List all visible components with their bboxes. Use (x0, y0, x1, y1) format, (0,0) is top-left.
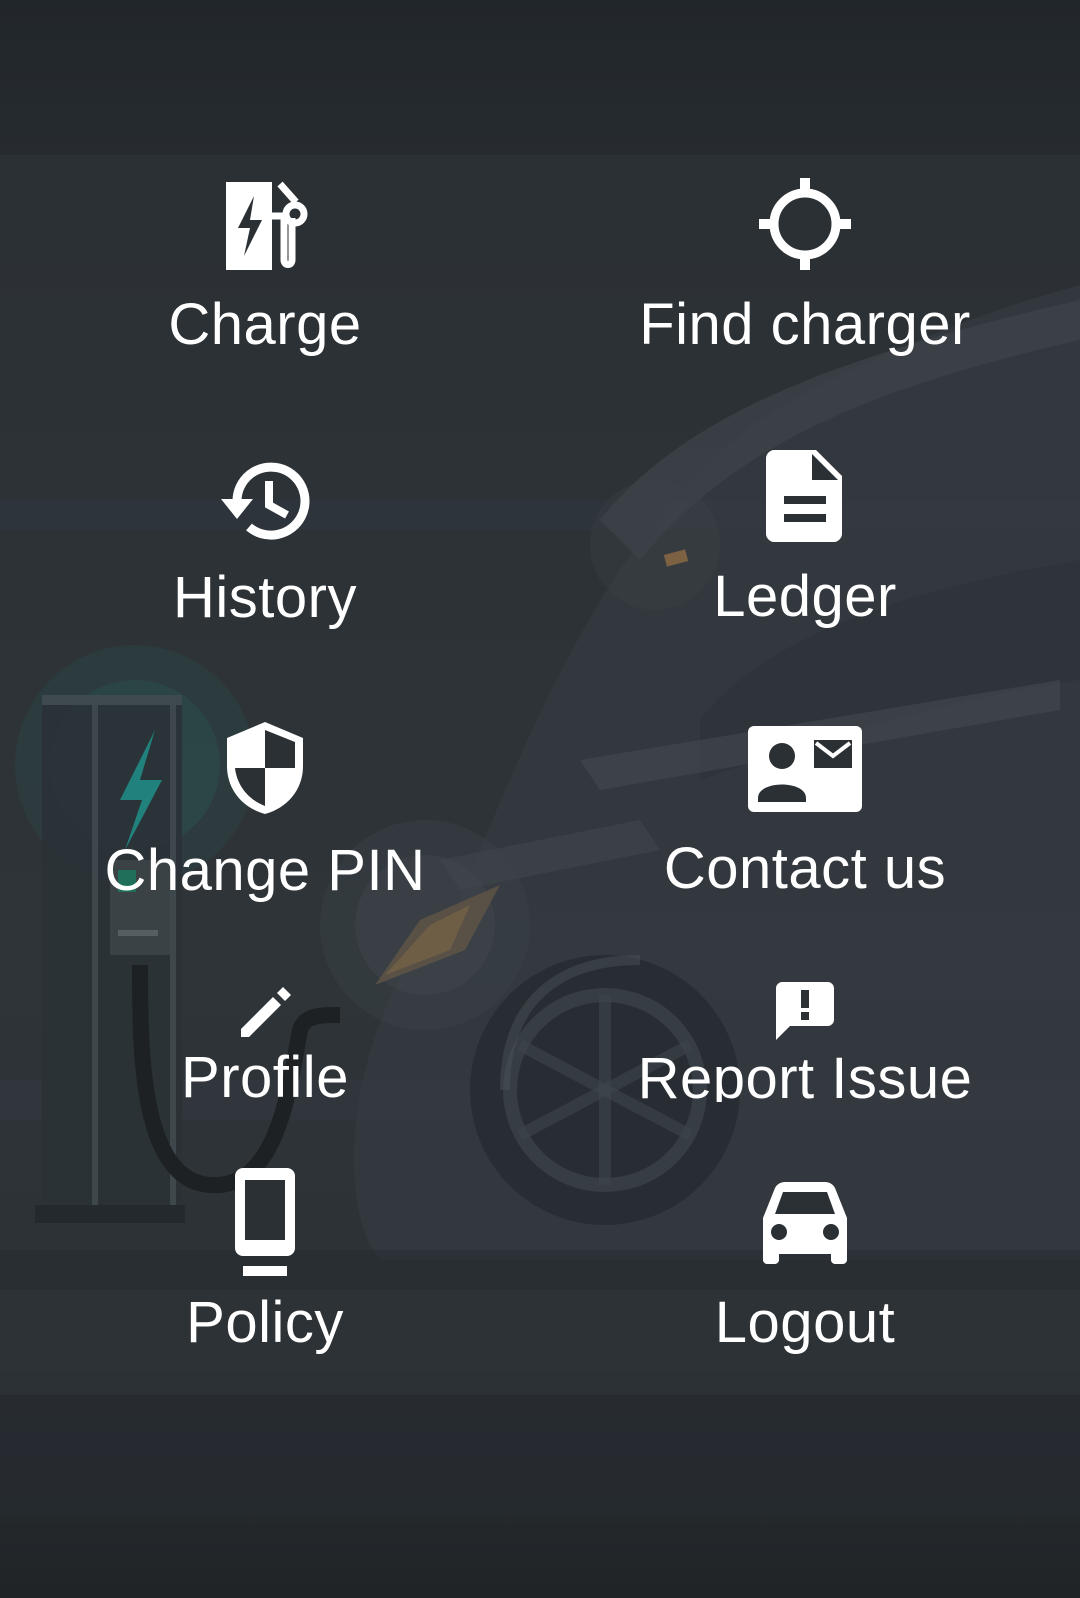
menu-item-label: Report Issue (637, 1046, 973, 1102)
ev-station-icon (220, 178, 310, 270)
menu-item-charge[interactable]: Charge (25, 178, 505, 358)
menu-item-contact-us[interactable]: Contact us (565, 726, 1045, 902)
pencil-icon (237, 985, 293, 1041)
phone-dock-icon (233, 1168, 297, 1276)
menu-item-label: Policy (186, 1290, 344, 1355)
menu-item-change-pin[interactable]: Change PIN (25, 722, 505, 904)
car-icon (759, 1182, 851, 1264)
menu-item-label: Logout (714, 1290, 896, 1355)
menu-item-policy[interactable]: Policy (25, 1168, 505, 1356)
menu-item-ledger[interactable]: Ledger (565, 450, 1045, 630)
history-icon (219, 455, 311, 547)
menu-item-logout[interactable]: Logout (565, 1182, 1045, 1356)
menu-item-label: Charge (168, 292, 362, 357)
menu-item-label: History (173, 565, 357, 630)
document-icon (766, 450, 844, 542)
shield-icon (225, 722, 305, 814)
menu-item-label: Ledger (713, 564, 897, 629)
menu-screen: Charge Find charger History Ledger Chang… (0, 0, 1080, 1598)
menu-item-label: Find charger (639, 292, 971, 357)
menu-item-profile[interactable]: Profile (25, 985, 505, 1111)
contact-mail-icon (748, 726, 862, 814)
menu-item-label: Contact us (663, 836, 947, 901)
crosshair-icon (759, 178, 851, 270)
feedback-icon (776, 982, 834, 1040)
menu-item-history[interactable]: History (25, 455, 505, 631)
menu-item-label: Change PIN (104, 838, 426, 903)
menu-item-report-issue[interactable]: Report Issue (565, 982, 1045, 1102)
menu-item-find-charger[interactable]: Find charger (565, 178, 1045, 358)
menu-item-label: Profile (181, 1045, 349, 1110)
